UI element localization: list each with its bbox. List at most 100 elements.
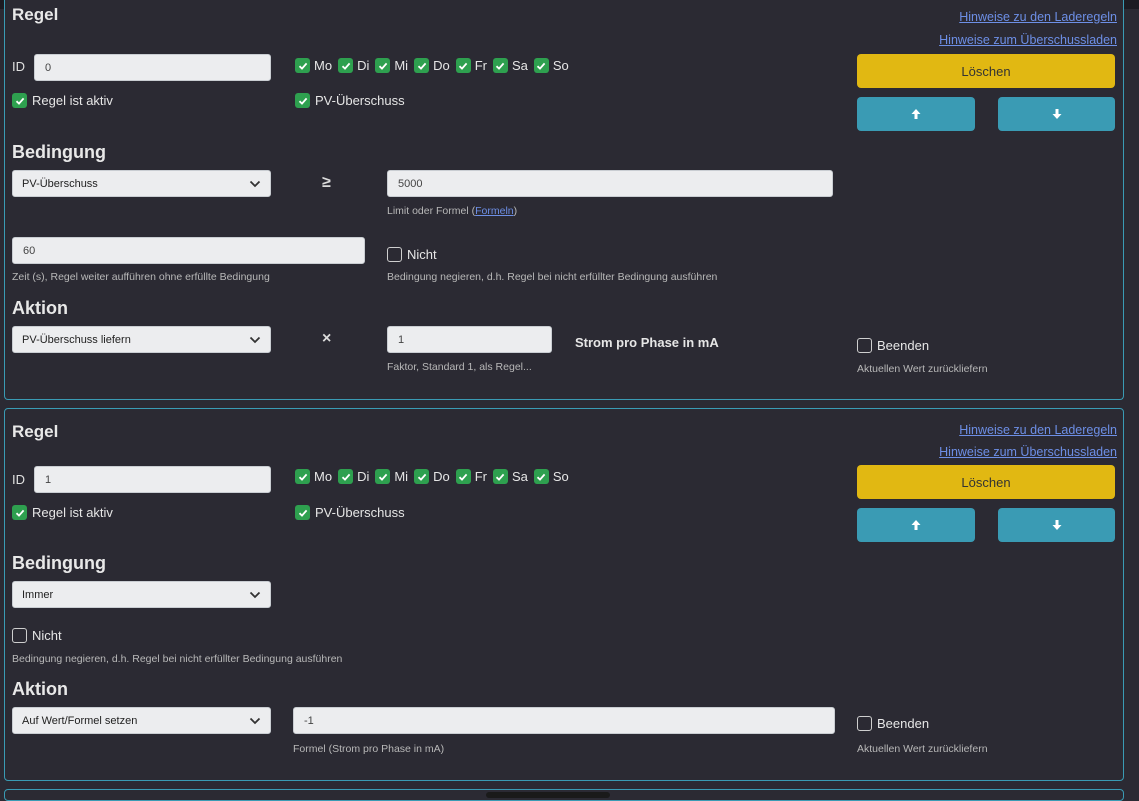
link-ueberschussladen[interactable]: Hinweise zum Überschussladen [939,33,1117,47]
day-do[interactable]: Do [414,58,450,73]
end-label: Beenden [877,338,930,353]
end-checkbox[interactable]: Beenden [857,338,929,353]
negate-label: Nicht [32,628,62,643]
rule-active-checkbox[interactable]: Regel ist aktiv [12,93,113,108]
arrow-down-icon [1052,520,1061,530]
condition-heading: Bedingung [12,142,106,162]
move-down-button[interactable] [998,97,1115,131]
end-help: Aktuellen Wert zurückliefern [857,743,988,755]
day-sa[interactable]: Sa [492,58,528,73]
checkbox-empty [857,716,872,731]
checkbox-empty [12,628,27,643]
delete-button[interactable]: Löschen [857,54,1115,88]
action-heading: Aktion [12,298,68,318]
condition-select[interactable]: PV-Überschuss [12,170,271,197]
arrow-up-icon [911,520,921,530]
day-label: Fr [474,469,487,484]
negate-label: Nicht [407,247,437,262]
formulas-link[interactable]: Formeln [475,205,514,217]
end-checkbox[interactable]: Beenden [857,716,929,731]
check-icon [492,469,508,484]
day-so[interactable]: So [533,469,569,484]
id-label: ID [12,59,25,74]
check-icon [533,469,549,484]
end-help: Aktuellen Wert zurückliefern [857,363,988,375]
day-label: Fr [474,58,487,73]
rule-card-1: Regel Hinweise zu den Laderegeln Hinweis… [4,408,1124,781]
link-laderegeln[interactable]: Hinweise zu den Laderegeln [959,423,1117,437]
day-mo[interactable]: Mo [295,58,332,73]
limit-input[interactable]: 5000 [387,170,833,197]
negate-help: Bedingung negieren, d.h. Regel bei nicht… [12,653,343,665]
move-up-button[interactable] [857,508,975,542]
day-mi[interactable]: Mi [375,58,408,73]
arrow-up-icon [911,109,921,119]
check-icon [295,505,310,520]
check-icon [533,58,549,73]
delete-button[interactable]: Löschen [857,465,1115,499]
check-icon [375,58,391,73]
action-select[interactable]: PV-Überschuss liefern [12,326,271,353]
id-input[interactable]: 1 [34,466,271,493]
pv-surplus-checkbox[interactable]: PV-Überschuss [295,93,405,108]
factor-input[interactable]: 1 [387,326,552,353]
day-label: Sa [511,469,528,484]
day-label: Do [433,58,450,73]
time-input[interactable]: 60 [12,237,365,264]
check-icon [12,93,27,108]
day-label: Mi [394,469,409,484]
day-sa[interactable]: Sa [492,469,528,484]
rule-active-label: Regel ist aktiv [32,93,113,108]
check-icon [414,469,430,484]
check-icon [338,58,354,73]
checkbox-empty [387,247,402,262]
day-label: Mo [314,58,333,73]
condition-select-value: PV-Überschuss [22,177,98,190]
check-icon [455,469,471,484]
negate-checkbox[interactable]: Nicht [387,247,437,262]
id-input[interactable]: 0 [34,54,271,81]
rule-card-0: Regel Hinweise zu den Laderegeln Hinweis… [4,0,1124,400]
day-mo[interactable]: Mo [295,469,332,484]
rule-active-label: Regel ist aktiv [32,505,113,520]
condition-select[interactable]: Immer [12,581,271,608]
pv-surplus-label: PV-Überschuss [315,505,405,520]
action-heading: Aktion [12,679,68,699]
day-label: Mi [394,58,409,73]
condition-heading: Bedingung [12,553,106,573]
horizontal-scrollbar[interactable] [486,792,610,798]
move-up-button[interactable] [857,97,975,131]
operator-symbol: ≥ [322,174,331,191]
formula-input[interactable]: -1 [293,707,835,734]
action-select[interactable]: Auf Wert/Formel setzen [12,707,271,734]
day-fr[interactable]: Fr [455,58,487,73]
day-di[interactable]: Di [338,58,369,73]
rule-title: Regel [12,422,59,441]
link-laderegeln[interactable]: Hinweise zu den Laderegeln [959,10,1117,24]
day-do[interactable]: Do [414,469,450,484]
check-icon [338,469,354,484]
negate-help: Bedingung negieren, d.h. Regel bei nicht… [387,271,718,283]
pv-surplus-checkbox[interactable]: PV-Überschuss [295,505,405,520]
check-icon [295,58,310,73]
multiply-symbol: × [322,330,332,347]
day-di[interactable]: Di [338,469,369,484]
day-fr[interactable]: Fr [455,469,487,484]
day-label: So [552,469,569,484]
day-label: Di [357,469,370,484]
check-icon [414,58,430,73]
checkbox-empty [857,338,872,353]
weekday-checkboxes: Mo Di Mi Do Fr Sa So [295,58,575,73]
link-ueberschussladen[interactable]: Hinweise zum Überschussladen [939,445,1117,459]
id-label: ID [12,472,25,487]
chevron-down-icon [240,336,270,344]
day-label: Sa [511,58,528,73]
check-icon [492,58,508,73]
check-icon [295,93,310,108]
limit-help: Limit oder Formel (Formeln) [387,205,518,217]
rule-active-checkbox[interactable]: Regel ist aktiv [12,505,113,520]
move-down-button[interactable] [998,508,1115,542]
day-so[interactable]: So [533,58,569,73]
negate-checkbox[interactable]: Nicht [12,628,62,643]
day-mi[interactable]: Mi [375,469,408,484]
